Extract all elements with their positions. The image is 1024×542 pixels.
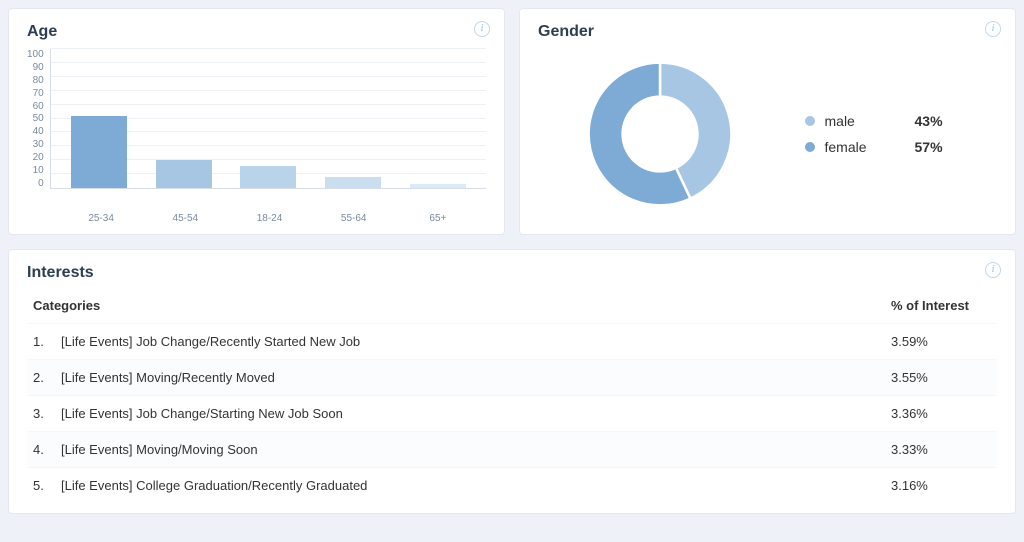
legend-label: female [825, 139, 905, 155]
y-tick: 90 [33, 62, 44, 73]
row-rank: 2. [33, 370, 61, 385]
bar-column [395, 49, 480, 188]
x-axis-labels: 25-3445-5418-2455-6465+ [53, 209, 486, 224]
row-pct: 3.16% [891, 478, 991, 493]
bar [240, 166, 296, 188]
info-icon[interactable]: i [474, 21, 490, 37]
table-row: 4.[Life Events] Moving/Moving Soon3.33% [27, 431, 997, 467]
row-rank: 4. [33, 442, 61, 457]
y-tick: 60 [33, 101, 44, 112]
x-tick: 25-34 [59, 213, 143, 224]
row-pct: 3.55% [891, 370, 991, 385]
y-tick: 0 [38, 178, 44, 189]
age-card: Age i 1009080706050403020100 25-3445-541… [8, 8, 505, 235]
gender-legend: male 43% female 57% [805, 113, 961, 155]
y-tick: 40 [33, 126, 44, 137]
x-tick: 65+ [396, 213, 480, 224]
row-category: [Life Events] Moving/Moving Soon [61, 442, 891, 457]
row-rank: 3. [33, 406, 61, 421]
bar [325, 177, 381, 188]
plot-area [50, 49, 486, 189]
row-rank: 1. [33, 334, 61, 349]
y-tick: 20 [33, 152, 44, 163]
age-title: Age [27, 23, 486, 41]
row-category: [Life Events] Moving/Recently Moved [61, 370, 891, 385]
legend-label: male [825, 113, 905, 129]
bar-column [141, 49, 226, 188]
interests-body: 1.[Life Events] Job Change/Recently Star… [27, 323, 997, 503]
interests-title: Interests [27, 264, 997, 282]
y-tick: 10 [33, 165, 44, 176]
y-axis: 1009080706050403020100 [27, 49, 50, 189]
info-icon[interactable]: i [985, 21, 1001, 37]
col-categories: Categories [33, 298, 100, 313]
bar [410, 184, 466, 188]
table-row: 1.[Life Events] Job Change/Recently Star… [27, 323, 997, 359]
legend-swatch [805, 116, 815, 126]
y-tick: 100 [27, 49, 44, 60]
bar [156, 160, 212, 188]
gender-donut-chart [575, 49, 745, 219]
legend-item: male 43% [805, 113, 961, 129]
bars [51, 49, 486, 188]
x-tick: 18-24 [227, 213, 311, 224]
row-rank: 5. [33, 478, 61, 493]
legend-pct: 43% [915, 113, 961, 129]
y-tick: 50 [33, 113, 44, 124]
row-category: [Life Events] Job Change/Starting New Jo… [61, 406, 891, 421]
x-tick: 55-64 [312, 213, 396, 224]
table-row: 2.[Life Events] Moving/Recently Moved3.5… [27, 359, 997, 395]
y-tick: 70 [33, 88, 44, 99]
y-tick: 80 [33, 75, 44, 86]
row-category: [Life Events] College Graduation/Recentl… [61, 478, 891, 493]
table-row: 3.[Life Events] Job Change/Starting New … [27, 395, 997, 431]
row-pct: 3.59% [891, 334, 991, 349]
bar-column [57, 49, 142, 188]
interests-card: Interests i Categories % of Interest 1.[… [8, 249, 1016, 514]
row-pct: 3.33% [891, 442, 991, 457]
row-category: [Life Events] Job Change/Recently Starte… [61, 334, 891, 349]
age-bar-chart: 1009080706050403020100 [27, 49, 486, 209]
gender-card: Gender i male 43% female 57% [519, 8, 1016, 235]
row-pct: 3.36% [891, 406, 991, 421]
gender-title: Gender [538, 23, 997, 41]
bar [71, 116, 127, 188]
interests-header-row: Categories % of Interest [27, 290, 997, 323]
table-row: 5.[Life Events] College Graduation/Recen… [27, 467, 997, 503]
y-tick: 30 [33, 139, 44, 150]
legend-swatch [805, 142, 815, 152]
x-tick: 45-54 [143, 213, 227, 224]
info-icon[interactable]: i [985, 262, 1001, 278]
col-pct: % of Interest [891, 298, 991, 313]
legend-item: female 57% [805, 139, 961, 155]
bar-column [226, 49, 311, 188]
bar-column [311, 49, 396, 188]
legend-pct: 57% [915, 139, 961, 155]
